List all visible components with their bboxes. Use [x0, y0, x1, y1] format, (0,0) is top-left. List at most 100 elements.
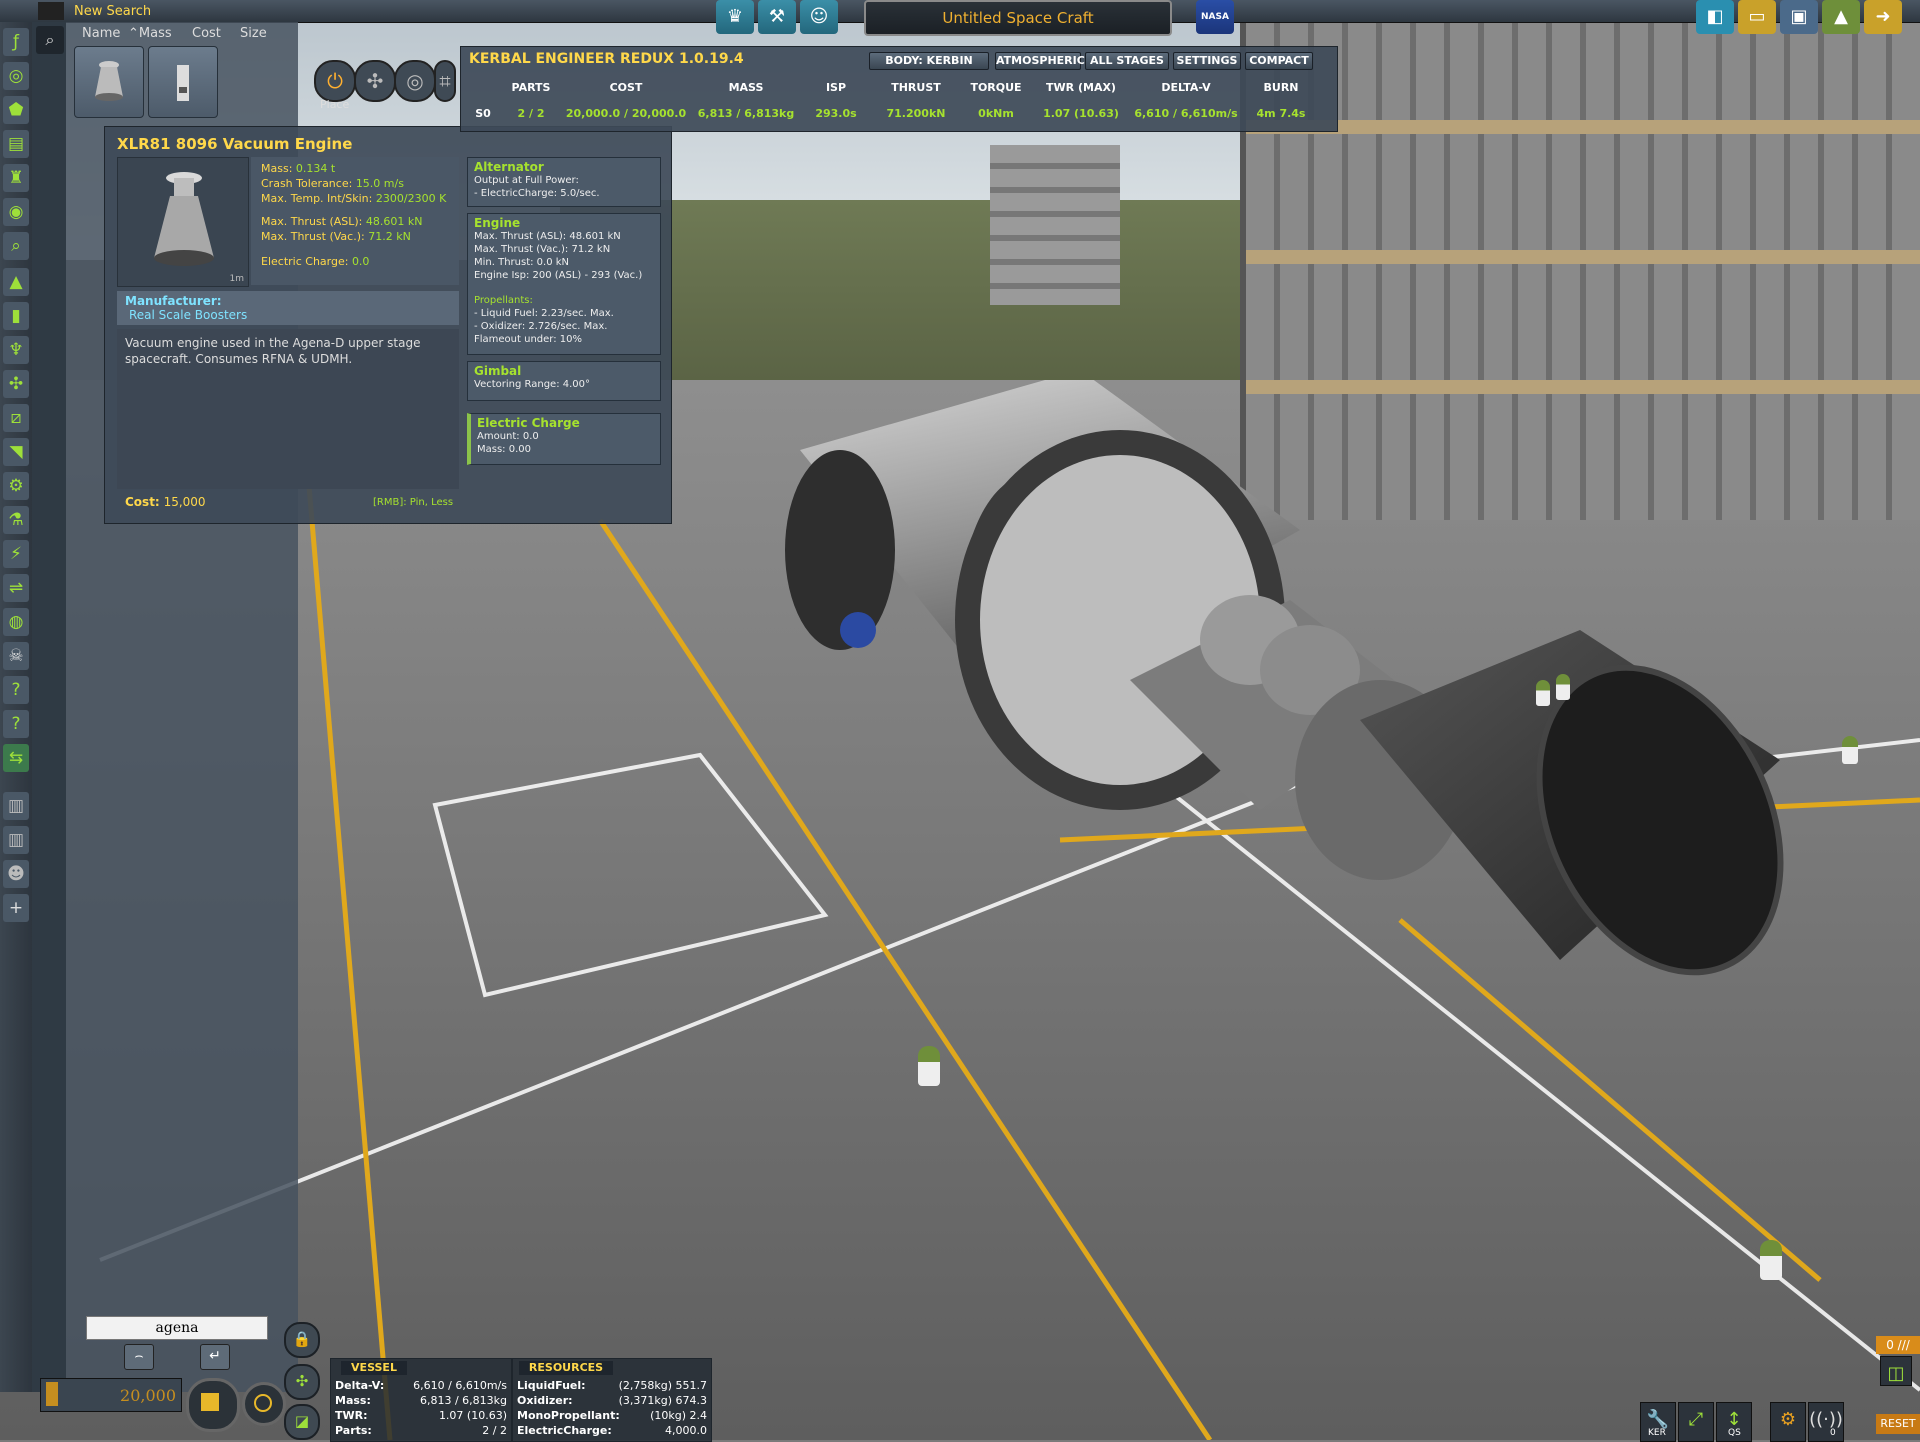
camera-icon[interactable]: ◫: [1880, 1356, 1912, 1386]
new-search-label[interactable]: New Search: [74, 4, 151, 19]
place-mode-label: Place: [320, 98, 350, 111]
engines-icon[interactable]: ♆: [3, 336, 29, 364]
vessel-summary: VESSEL Delta-V: 6,610 / 6,610m/s Mass: 6…: [330, 1358, 512, 1442]
module-electric-charge: Electric Charge Amount: 0.0 Mass: 0.00: [467, 413, 661, 465]
snap-icon[interactable]: ◪: [284, 1404, 320, 1440]
ground-icon[interactable]: ◍: [3, 608, 29, 636]
symmetry-icon[interactable]: ✣: [284, 1364, 320, 1400]
category-toolbar: ƒ ◎ ⬟ ▤ ♜ ◉ ⌕ ▲ ▮ ♆ ✣ ⧄ ◥ ⚙ ⚗ ⚡ ⇌ ◍ ☠ ? …: [0, 22, 33, 1392]
part-search-input[interactable]: agena: [86, 1316, 268, 1340]
ker-label: KER: [1648, 1428, 1666, 1438]
crew-icon[interactable]: ♛: [716, 0, 754, 34]
building-icon[interactable]: ▥: [3, 826, 29, 854]
skull-icon[interactable]: ☻: [3, 860, 29, 888]
center-of-mass-icon[interactable]: [242, 1382, 286, 1426]
save-craft-icon[interactable]: ▣: [1780, 0, 1818, 34]
part-stats: Mass: 0.134 t Crash Tolerance: 15.0 m/s …: [251, 157, 459, 285]
add-category-icon[interactable]: +: [3, 894, 29, 922]
sort-size-header[interactable]: Size: [240, 26, 267, 41]
launch-icon[interactable]: ▲: [1822, 0, 1860, 34]
filter-module-icon[interactable]: ▤: [3, 130, 29, 158]
size-badge: 1m: [229, 274, 245, 284]
ker-title: KERBAL ENGINEER REDUX 1.0.19.4: [469, 51, 744, 67]
thermal-icon[interactable]: ?: [3, 676, 29, 704]
electrical-icon[interactable]: ⚡: [3, 540, 29, 568]
liquidfuel-label: LiquidFuel:: [517, 1379, 586, 1392]
fuel-tanks-icon[interactable]: ▮: [3, 302, 29, 330]
offset-mode-icon[interactable]: ✣: [354, 60, 396, 102]
resize-icon[interactable]: ⤢: [1678, 1402, 1714, 1442]
kerbal-crew-icon[interactable]: ☺: [800, 0, 838, 34]
filter-subassembly-icon[interactable]: ⬟: [3, 96, 29, 124]
filter-manufacturer-icon[interactable]: ♜: [3, 164, 29, 192]
rotate-mode-icon[interactable]: ◎: [394, 60, 436, 102]
val-mass: 6,813 / 6,813kg: [697, 107, 795, 120]
control-icon[interactable]: ✣: [3, 370, 29, 398]
filter-function-icon[interactable]: ◎: [3, 62, 29, 90]
vessel-mass-value: 6,813 / 6,813kg: [419, 1394, 507, 1407]
tank-part-icon: [177, 65, 189, 101]
aero-icon[interactable]: ◥: [3, 438, 29, 466]
utility-icon[interactable]: ⚙: [3, 472, 29, 500]
science-icon[interactable]: ⚗: [3, 506, 29, 534]
rocket-craft[interactable]: [700, 380, 1800, 1140]
val-burn: 4m 7.4s: [1256, 107, 1306, 120]
filter-resource-icon[interactable]: ◉: [3, 198, 29, 226]
enter-search-button[interactable]: ↵: [200, 1344, 230, 1370]
search-icon[interactable]: ⌕: [36, 26, 64, 54]
clear-search-button[interactable]: ⌢: [124, 1344, 154, 1370]
qs-label: QS: [1728, 1428, 1741, 1438]
coupling-icon[interactable]: ⇌: [3, 574, 29, 602]
load-craft-icon[interactable]: ▭: [1738, 0, 1776, 34]
module-gimbal: Gimbal Vectoring Range: 4.00°: [467, 361, 661, 401]
filter-function-icon[interactable]: ƒ: [3, 28, 29, 56]
col-parts: PARTS: [511, 81, 551, 94]
stat-max-temp: Max. Temp. Int/Skin: 2300/2300 K: [261, 192, 447, 205]
menu-grip-icon[interactable]: [38, 2, 64, 20]
manufacturer-box: Manufacturer: Real Scale Boosters: [117, 291, 459, 325]
root-mode-icon[interactable]: ⌗: [434, 60, 456, 102]
compact-button[interactable]: COMPACT: [1245, 52, 1313, 70]
stage-counter-badge: 0 ///: [1876, 1336, 1920, 1354]
antenna-icon[interactable]: ((·)): [1808, 1402, 1844, 1442]
building-icon[interactable]: ▥: [3, 792, 29, 820]
vessel-twr-value: 1.07 (10.63): [438, 1409, 507, 1422]
sort-mass-header[interactable]: ⌃Mass: [128, 26, 172, 41]
resources-heading: RESOURCES: [519, 1361, 613, 1375]
sort-cost-header[interactable]: Cost: [192, 26, 221, 41]
structural-icon[interactable]: ⧄: [3, 404, 29, 432]
settings-button[interactable]: SETTINGS: [1173, 52, 1241, 70]
liquidfuel-value: (2,758kg) 551.7: [618, 1379, 707, 1392]
part-tile-xlr81[interactable]: [74, 46, 144, 118]
part-tile-agena[interactable]: [148, 46, 218, 118]
lock-icon[interactable]: 🔒: [284, 1322, 320, 1358]
part-title: XLR81 8096 Vacuum Engine: [117, 135, 353, 153]
filter-search-icon[interactable]: ⌕: [3, 232, 29, 260]
exit-icon[interactable]: ➜: [1864, 0, 1902, 34]
cargo-icon[interactable]: ⇆: [3, 744, 29, 772]
craft-name-field[interactable]: Untitled Space Craft: [864, 0, 1172, 36]
squad-icon[interactable]: ☠: [3, 642, 29, 670]
settings-gear-icon[interactable]: ⚙: [1770, 1402, 1806, 1442]
launch-stage-button[interactable]: [186, 1378, 240, 1432]
val-parts: 2 / 2: [517, 107, 545, 120]
new-craft-icon[interactable]: ◧: [1696, 0, 1734, 34]
col-torque: TORQUE: [970, 81, 1022, 94]
vessel-heading: VESSEL: [341, 1361, 407, 1375]
part-preview: 1m: [117, 157, 249, 287]
reset-button[interactable]: RESET: [1876, 1414, 1920, 1434]
place-mode-button[interactable]: ⏻: [314, 60, 356, 102]
body-kerbin-button[interactable]: BODY: KERBIN: [869, 52, 989, 70]
unknown-icon[interactable]: ?: [3, 710, 29, 738]
stat-thrust-vac: Max. Thrust (Vac.): 71.2 kN: [261, 230, 411, 243]
kerbal-figure: [1556, 674, 1570, 700]
kerbal-figure: [1760, 1240, 1782, 1280]
all-stages-button[interactable]: ALL STAGES: [1085, 52, 1169, 70]
atmospheric-button[interactable]: ATMOSPHERIC: [995, 52, 1085, 70]
sort-name-header[interactable]: Name: [82, 26, 120, 41]
action-groups-icon[interactable]: ⚒: [758, 0, 796, 34]
agency-flag-icon[interactable]: NASA: [1196, 0, 1234, 34]
pods-icon[interactable]: ▲: [3, 268, 29, 296]
col-cost: COST: [609, 81, 643, 94]
stat-thrust-asl: Max. Thrust (ASL): 48.601 kN: [261, 215, 423, 228]
